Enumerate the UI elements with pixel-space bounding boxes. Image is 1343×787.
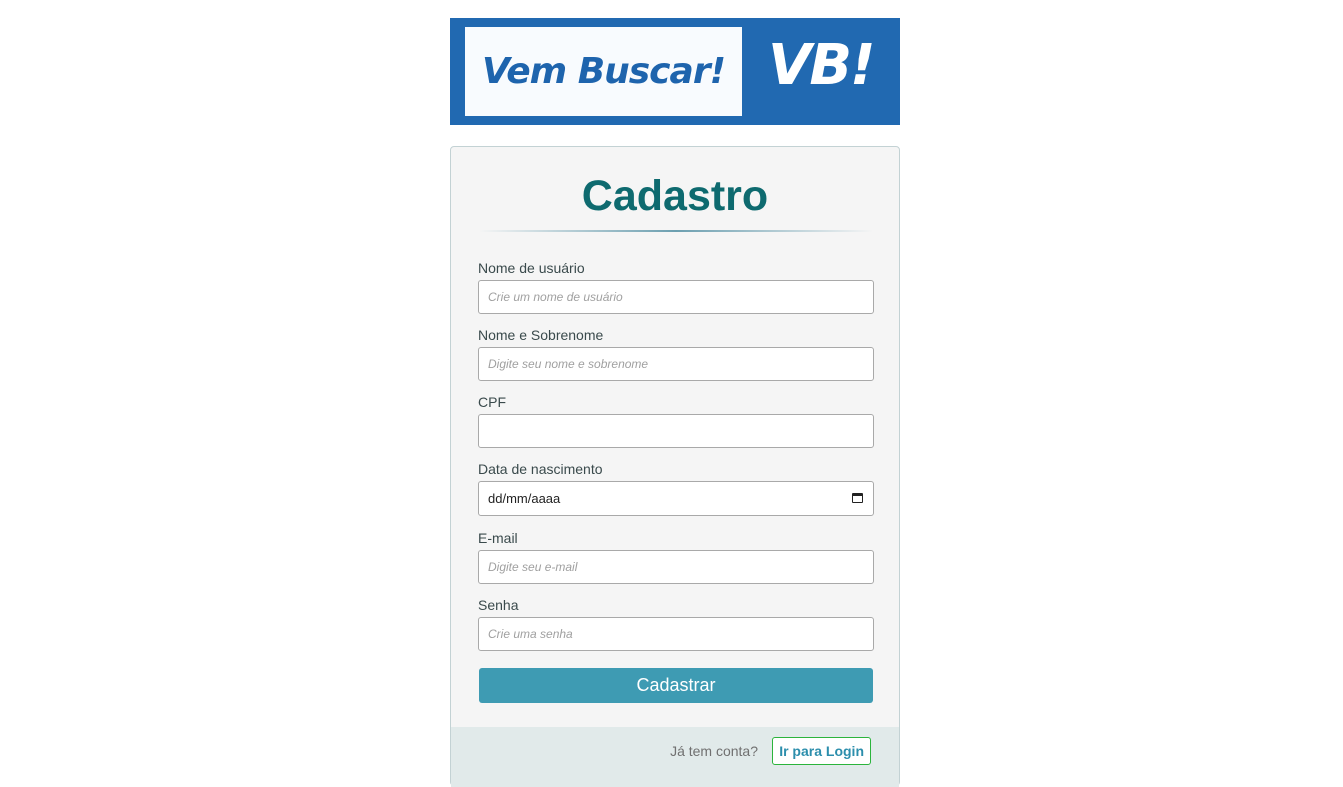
username-label: Nome de usuário — [478, 260, 585, 276]
birthdate-value: dd/mm/aaaa — [488, 491, 561, 506]
brand-logo-mark: VB! — [768, 33, 876, 98]
email-label: E-mail — [478, 530, 518, 546]
card-footer: Já tem conta? Ir para Login — [451, 727, 899, 787]
brand-logo-text: Vem Buscar! — [481, 51, 726, 92]
go-to-login-button[interactable]: Ir para Login — [772, 737, 871, 765]
email-placeholder: Digite seu e-mail — [488, 560, 578, 574]
title-divider — [479, 230, 873, 232]
username-placeholder: Crie um nome de usuário — [488, 290, 623, 304]
brand-logo-box: Vem Buscar! — [465, 27, 742, 116]
fullname-placeholder: Digite seu nome e sobrenome — [488, 357, 649, 371]
signup-card: Cadastro Nome de usuário Crie um nome de… — [450, 146, 900, 787]
have-account-text: Já tem conta? — [670, 743, 758, 759]
fullname-input[interactable]: Digite seu nome e sobrenome — [478, 347, 874, 381]
cpf-input[interactable] — [478, 414, 874, 448]
birthdate-label: Data de nascimento — [478, 461, 603, 477]
page-title: Cadastro — [581, 172, 769, 220]
password-label: Senha — [478, 597, 519, 613]
birthdate-input[interactable]: dd/mm/aaaa — [478, 481, 874, 516]
register-button[interactable]: Cadastrar — [479, 668, 873, 703]
fullname-label: Nome e Sobrenome — [478, 327, 604, 343]
email-input[interactable]: Digite seu e-mail — [478, 550, 874, 584]
brand-banner: Vem Buscar! VB! — [450, 18, 900, 125]
password-input[interactable]: Crie uma senha — [478, 617, 874, 651]
cpf-label: CPF — [478, 394, 506, 410]
password-placeholder: Crie uma senha — [488, 627, 573, 641]
calendar-icon[interactable] — [852, 493, 863, 503]
username-input[interactable]: Crie um nome de usuário — [478, 280, 874, 314]
